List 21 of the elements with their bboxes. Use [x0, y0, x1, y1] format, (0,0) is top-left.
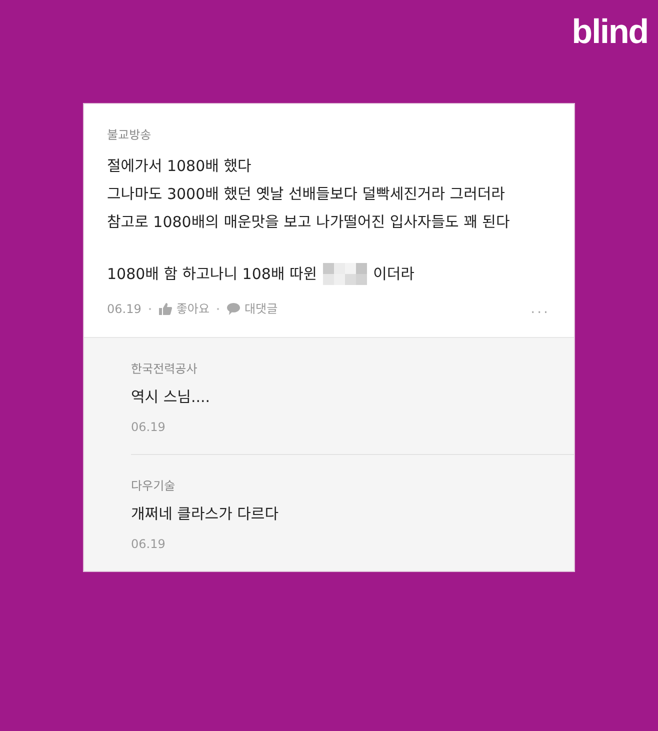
- separator-dot: [217, 308, 220, 310]
- separator-dot: [149, 308, 152, 310]
- post-text: 이더라: [373, 264, 414, 285]
- company-name: 다우기술: [131, 478, 176, 495]
- post-date: 06.19: [107, 302, 142, 316]
- comment-date: 06.19: [131, 420, 166, 434]
- post-text: 절에가서 1080배 했다: [107, 156, 252, 177]
- company-name: 한국전력공사: [131, 361, 198, 378]
- speech-bubble-icon: [227, 302, 240, 314]
- like-button[interactable]: 좋아요: [159, 300, 210, 317]
- thumbs-up-icon: [159, 302, 172, 314]
- comment-date: 06.19: [131, 537, 166, 551]
- company-name: 불교방송: [107, 127, 152, 144]
- logo: blind: [572, 12, 648, 53]
- post-text: 1080배 함 하고나니 108배 따윈: [107, 264, 318, 285]
- reply-button[interactable]: 대댓글: [227, 300, 278, 317]
- comment-text: 개쩌네 클라스가 다르다: [131, 504, 280, 525]
- post-text: 참고로 1080배의 매운맛을 보고 나가떨어진 입사자들도 꽤 된다: [107, 212, 511, 233]
- comment-text: 역시 스님....: [131, 387, 212, 408]
- more-button[interactable]: ...: [530, 304, 550, 314]
- post-text: 그나마도 3000배 했던 옛날 선배들보다 덜빡세진거라 그러더라: [107, 184, 506, 205]
